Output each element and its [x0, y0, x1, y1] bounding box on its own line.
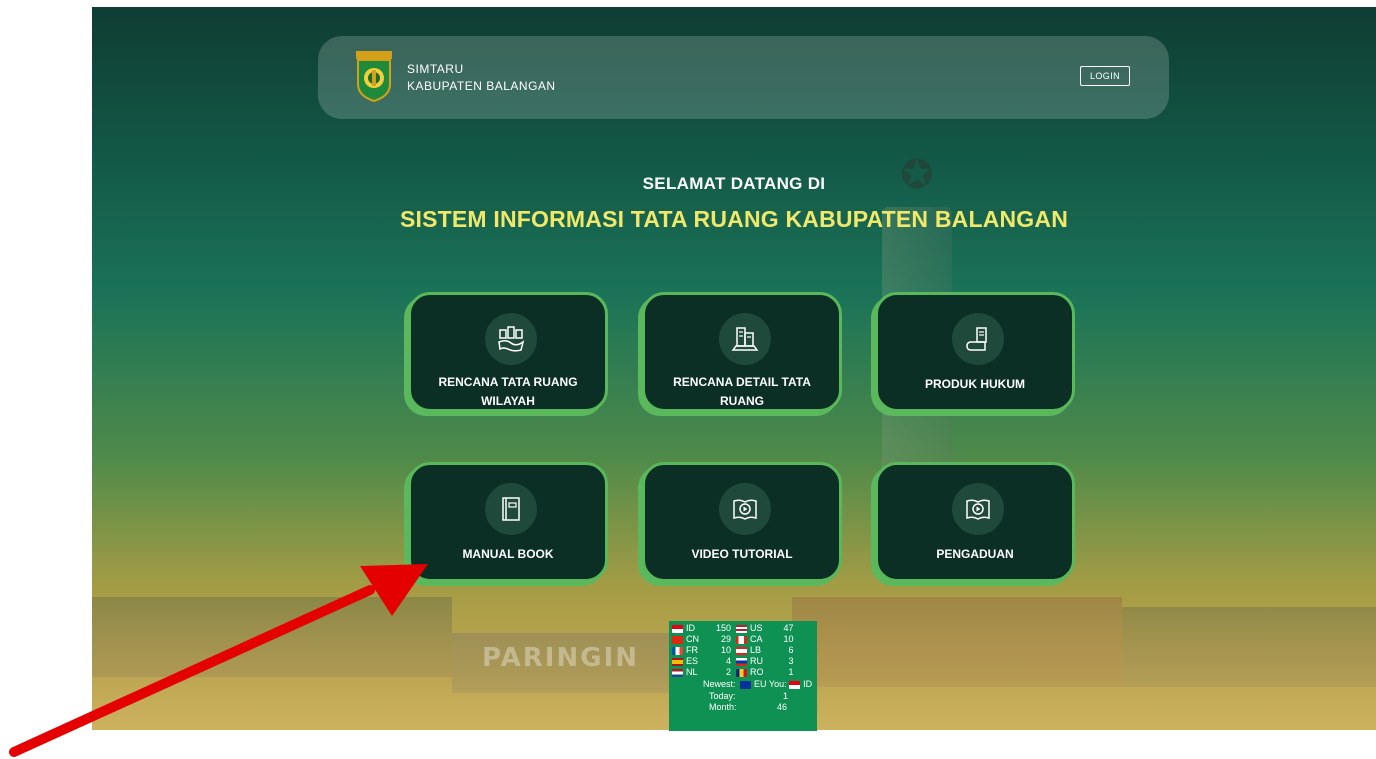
brand-subtitle: KABUPATEN BALANGAN — [407, 79, 556, 93]
today-value: 1 — [783, 691, 789, 701]
newest-label: Newest: — [703, 679, 736, 689]
country-code: ID — [686, 623, 695, 633]
country-count: 6 — [788, 645, 794, 655]
country-count: 4 — [725, 656, 731, 666]
flag-id-icon — [672, 624, 683, 633]
menu-card-pengaduan[interactable]: PENGADUAN — [875, 462, 1075, 582]
country-count: 10 — [720, 645, 731, 655]
system-title: SISTEM INFORMASI TATA RUANG KABUPATEN BA… — [399, 206, 1069, 232]
flag-id-icon — [789, 680, 801, 689]
flag-us-icon — [736, 624, 747, 633]
country-count: 47 — [783, 623, 794, 633]
country-count: 29 — [720, 634, 731, 644]
visitor-counter-widget[interactable]: ID 150 US 47 CN 29 CA 10 FR 10 LB 6 ES 4… — [669, 621, 817, 731]
flag-lb-icon — [736, 646, 747, 655]
country-code: FR — [686, 645, 698, 655]
video-book-icon — [719, 483, 771, 535]
menu-card-label: PENGADUAN — [936, 547, 1014, 561]
country-count: 3 — [788, 656, 794, 666]
newest-value: EU — [754, 679, 767, 689]
menu-card-label: RENCANA DETAIL TATA RUANG — [673, 375, 811, 408]
balangan-logo-icon — [356, 51, 392, 102]
menu-card-rdtr[interactable]: RENCANA DETAIL TATA RUANG — [642, 292, 842, 412]
login-button[interactable]: LOGIN — [1080, 66, 1130, 86]
menu-card-label: RENCANA TATA RUANG WILAYAH — [438, 375, 578, 408]
book-icon — [485, 483, 537, 535]
country-code: RO — [750, 667, 764, 677]
flag-nl-icon — [672, 668, 683, 677]
month-label: Month: — [709, 702, 737, 712]
flag-eu-icon — [740, 680, 752, 689]
video-book-icon — [952, 483, 1004, 535]
flag-fr-icon — [672, 646, 683, 655]
table-row: ES 4 RU 3 — [671, 656, 798, 667]
table-row: ID 150 US 47 — [671, 623, 798, 634]
menu-card-manual-book[interactable]: MANUAL BOOK — [408, 462, 608, 582]
you-label: You: — [768, 679, 787, 689]
country-code: NL — [686, 667, 698, 677]
country-code: ES — [686, 656, 699, 666]
flag-ca-icon — [736, 635, 747, 644]
menu-card-label: PRODUK HUKUM — [925, 377, 1025, 391]
welcome-heading: SELAMAT DATANG DI — [642, 174, 826, 193]
country-count: 2 — [725, 667, 731, 677]
country-count: 150 — [715, 623, 731, 633]
flag-ro-icon — [736, 668, 747, 677]
country-code: CN — [686, 634, 699, 644]
country-count: 1 — [788, 667, 794, 677]
top-navbar: SIMTARU KABUPATEN BALANGAN LOGIN — [318, 36, 1169, 119]
country-code: CA — [750, 634, 763, 644]
city-plan-icon — [485, 313, 537, 365]
menu-card-label: VIDEO TUTORIAL — [691, 547, 793, 561]
background-wall-text: PARINGIN — [482, 643, 640, 673]
newest-visitor-row: Newest: EU You: ID — [703, 679, 851, 690]
menu-card-rtrw[interactable]: RENCANA TATA RUANG WILAYAH — [408, 292, 608, 412]
table-row: FR 10 LB 6 — [671, 645, 798, 656]
brand-title: SIMTARU — [407, 62, 464, 76]
legal-document-icon — [952, 313, 1004, 365]
you-value: ID — [803, 679, 813, 689]
flag-ru-icon — [736, 657, 747, 666]
country-count: 10 — [783, 634, 794, 644]
today-label: Today: — [709, 691, 736, 701]
menu-card-video-tutorial[interactable]: VIDEO TUTORIAL — [642, 462, 842, 582]
buildings-icon — [719, 313, 771, 365]
country-code: US — [750, 623, 763, 633]
table-row: CN 29 CA 10 — [671, 634, 798, 645]
country-code: RU — [750, 656, 763, 666]
country-code: LB — [750, 645, 762, 655]
menu-card-label: MANUAL BOOK — [462, 547, 554, 561]
month-value: 46 — [777, 702, 788, 712]
table-row: NL 2 RO 1 — [671, 667, 798, 678]
menu-card-produk-hukum[interactable]: PRODUK HUKUM — [875, 292, 1075, 412]
flag-es-icon — [672, 657, 683, 666]
flag-cn-icon — [672, 635, 683, 644]
visitor-country-table: ID 150 US 47 CN 29 CA 10 FR 10 LB 6 ES 4… — [671, 623, 798, 678]
